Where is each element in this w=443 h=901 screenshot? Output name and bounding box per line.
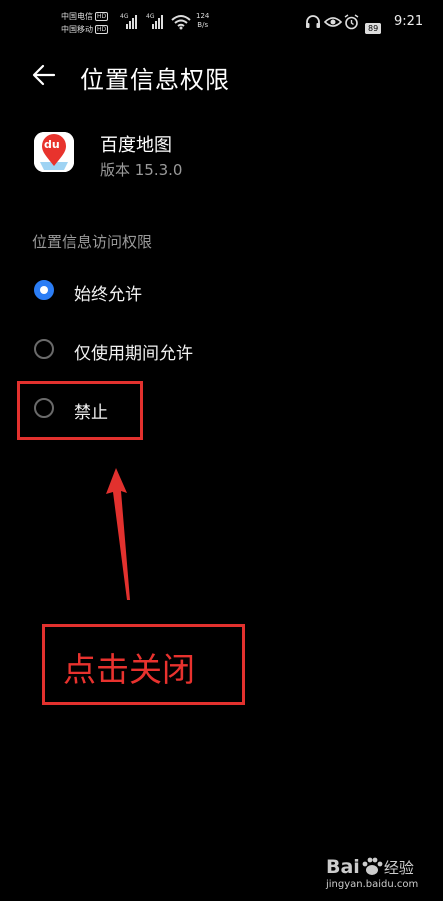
- watermark-url: jingyan.baidu.com: [326, 879, 419, 890]
- hd-badge-1: HD: [95, 12, 109, 21]
- battery-icon: 89: [365, 16, 382, 35]
- carrier-1-name: 中国电信: [61, 12, 93, 21]
- headset-icon: [306, 15, 320, 28]
- alarm-icon: [344, 14, 359, 30]
- watermark-brand2: 经验: [383, 859, 414, 877]
- battery-level: 89: [365, 23, 382, 34]
- app-icon: du: [34, 132, 74, 172]
- net-speed: 124 B/s: [196, 12, 209, 30]
- option-always-allow[interactable]: 始终允许: [20, 270, 420, 314]
- option-label: 仅使用期间允许: [74, 344, 193, 364]
- wifi-icon: [171, 15, 191, 30]
- baidu-watermark: Bai 经验 jingyan.baidu.com: [326, 856, 418, 890]
- annotation-text: 点击关闭: [63, 650, 195, 689]
- app-version: 版本 15.3.0: [100, 161, 183, 179]
- carrier-2-name: 中国移动: [61, 25, 93, 34]
- carrier-2: 中国移动 HD: [61, 24, 109, 35]
- carrier-1: 中国电信 HD: [61, 11, 109, 22]
- page-title: 位置信息权限: [80, 66, 230, 94]
- net-speed-value: 124: [196, 12, 210, 20]
- hd-badge-2: HD: [95, 25, 109, 34]
- app-icon-text: du: [44, 138, 60, 151]
- net-speed-unit: B/s: [197, 21, 209, 29]
- app-name: 百度地图: [100, 135, 172, 156]
- paw-icon: [362, 857, 383, 875]
- option-label: 始终允许: [74, 285, 142, 305]
- radio-selected[interactable]: [34, 280, 54, 300]
- annotation-arrow-icon: [106, 468, 130, 600]
- radio-unselected[interactable]: [34, 339, 54, 359]
- clock: 9:21: [394, 14, 424, 29]
- watermark-brand: Bai: [326, 856, 360, 878]
- section-title: 位置信息访问权限: [32, 233, 153, 251]
- option-allow-while-using[interactable]: 仅使用期间允许: [20, 329, 420, 373]
- back-arrow-icon[interactable]: [32, 64, 56, 86]
- eye-icon: [324, 17, 342, 27]
- highlight-box: [17, 381, 143, 440]
